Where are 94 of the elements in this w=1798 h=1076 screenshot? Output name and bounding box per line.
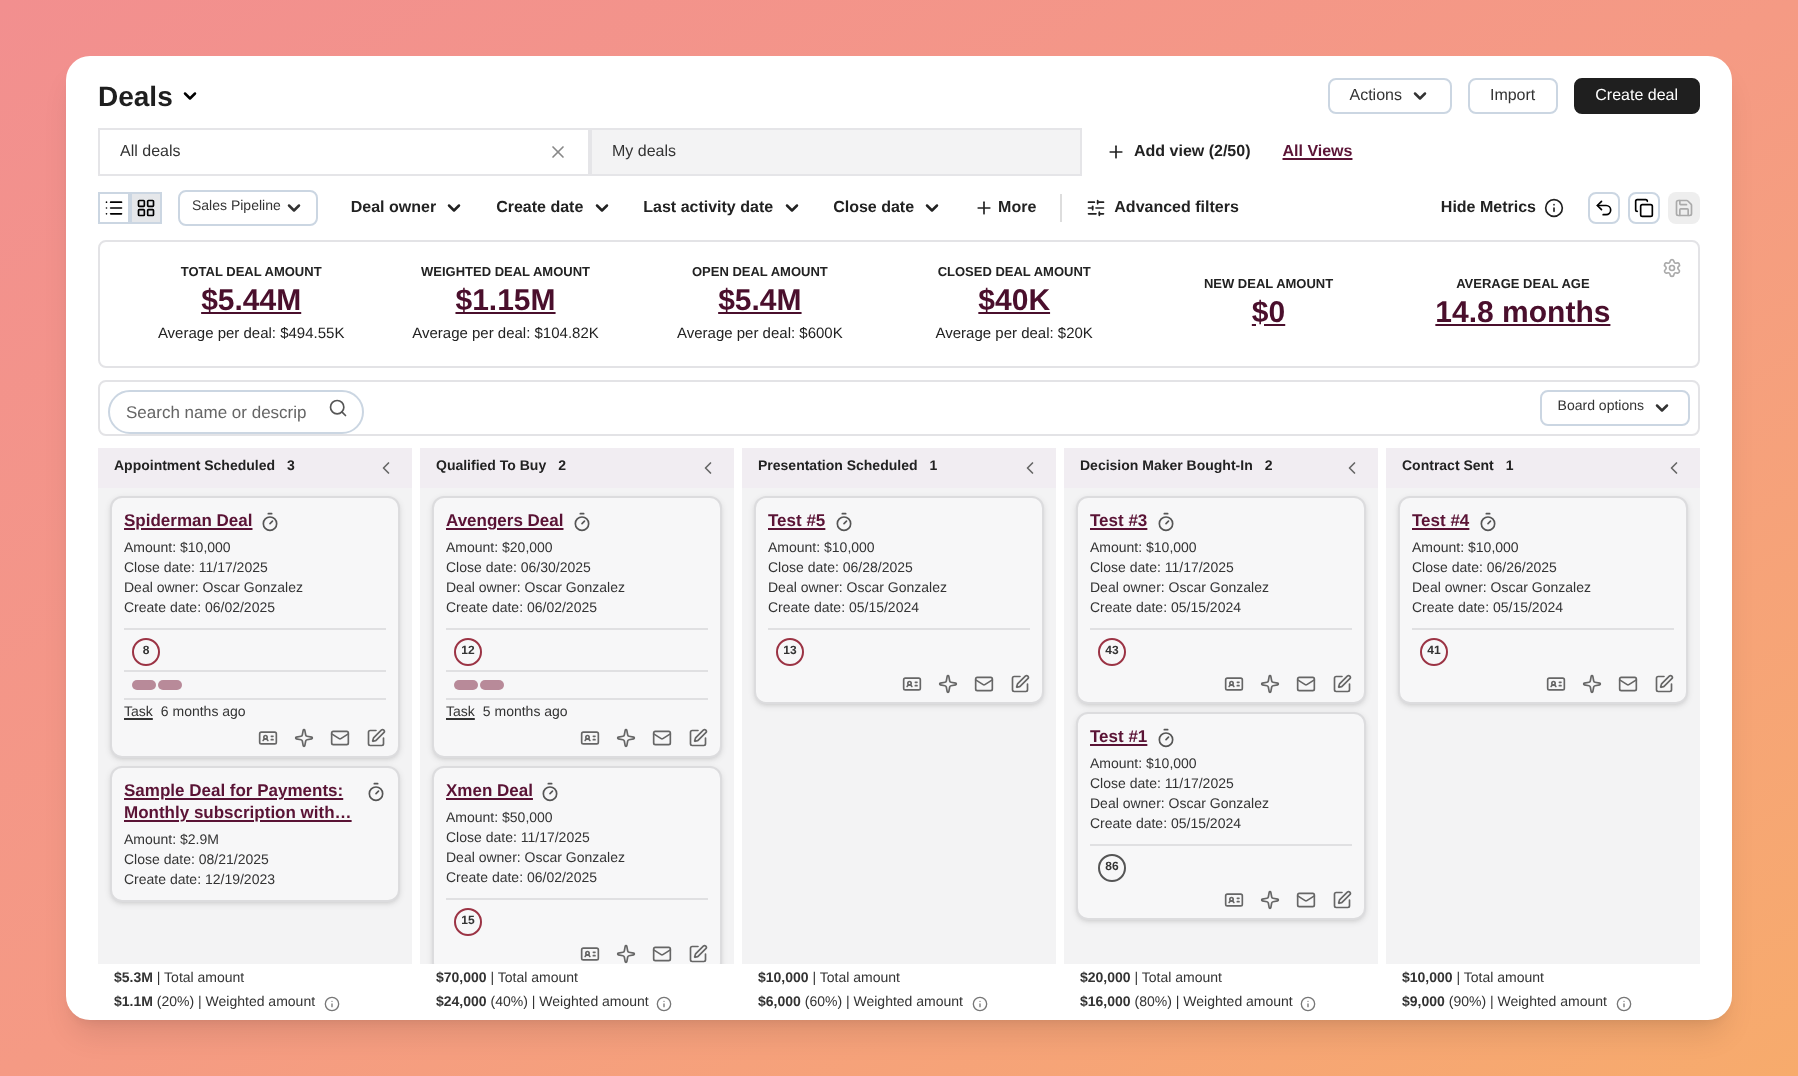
timer-icon xyxy=(1477,512,1498,532)
metric-value[interactable]: 14.8 months xyxy=(1435,295,1611,333)
list-view-button[interactable] xyxy=(98,192,130,224)
filter-icon xyxy=(1086,198,1107,218)
sparkle-icon[interactable] xyxy=(294,728,314,748)
header-button[interactable]: Import xyxy=(1467,78,1558,114)
caret-icon xyxy=(591,198,612,218)
board-view-button[interactable] xyxy=(130,192,162,224)
undo-button[interactable] xyxy=(1588,192,1620,224)
card-icon[interactable] xyxy=(1224,674,1244,694)
plus-icon xyxy=(974,198,995,218)
mail-icon[interactable] xyxy=(330,728,350,748)
note-icon[interactable] xyxy=(688,944,708,964)
deal-title-link[interactable]: Test #5 xyxy=(768,510,826,532)
sparkle-icon[interactable] xyxy=(938,674,958,694)
note-icon[interactable] xyxy=(1010,674,1030,694)
mail-icon[interactable] xyxy=(652,728,672,748)
info-icon xyxy=(971,996,987,1013)
grid-icon xyxy=(136,198,156,218)
hide-metrics-button[interactable]: Hide Metrics xyxy=(1440,196,1564,220)
note-icon[interactable] xyxy=(1332,674,1352,694)
card-icon[interactable] xyxy=(580,728,600,748)
metric-value[interactable]: $40K xyxy=(978,283,1051,322)
filter-button[interactable]: Close date xyxy=(833,196,943,220)
caret-icon xyxy=(922,198,943,218)
header-button[interactable]: Actions xyxy=(1327,78,1452,114)
filter-button[interactable]: Create date xyxy=(496,196,612,220)
page-title[interactable]: Deals xyxy=(98,75,173,117)
info-icon xyxy=(1615,996,1631,1013)
timer-icon xyxy=(833,512,854,532)
more-button[interactable]: More xyxy=(974,196,1037,220)
note-icon[interactable] xyxy=(366,728,386,748)
sparkle-icon[interactable] xyxy=(1260,890,1280,910)
timer-icon xyxy=(540,782,561,802)
add-view-button[interactable]: Add view (2/50) xyxy=(1106,140,1251,164)
timer-icon xyxy=(366,782,386,802)
card-icon[interactable] xyxy=(1546,674,1566,694)
timer-icon xyxy=(1155,512,1176,532)
note-icon[interactable] xyxy=(1654,674,1674,694)
metric-value[interactable]: $0 xyxy=(1251,295,1286,333)
header-button[interactable]: Create deal xyxy=(1573,78,1700,114)
deal-title-link[interactable]: Test #4 xyxy=(1412,510,1470,532)
info-icon xyxy=(1300,996,1317,1013)
deal-title-link[interactable]: Sample Deal for Payments: Monthly subscription with… xyxy=(124,780,358,824)
info-icon xyxy=(323,996,340,1013)
sparkle-icon[interactable] xyxy=(616,728,636,748)
undo-icon xyxy=(1594,198,1614,218)
card-icon[interactable] xyxy=(580,944,600,964)
deal-title-link[interactable]: Xmen Deal xyxy=(446,780,533,802)
info-icon xyxy=(1544,198,1564,218)
deal-title-link[interactable]: Spiderman Deal xyxy=(124,510,253,532)
mail-icon[interactable] xyxy=(652,944,672,964)
mail-icon[interactable] xyxy=(1618,674,1638,694)
close-icon[interactable] xyxy=(548,142,568,162)
sparkle-icon[interactable] xyxy=(1582,674,1602,694)
list-icon xyxy=(104,198,124,218)
view-tab[interactable]: All deals xyxy=(98,128,590,176)
search-icon xyxy=(328,398,348,418)
card-icon[interactable] xyxy=(1224,890,1244,910)
caret-icon xyxy=(180,86,201,106)
timer-icon xyxy=(260,512,281,532)
plus-icon xyxy=(1106,142,1126,162)
mail-icon[interactable] xyxy=(1296,674,1316,694)
deal-title-link[interactable]: Test #1 xyxy=(1090,726,1148,748)
mail-icon[interactable] xyxy=(1296,890,1316,910)
timer-icon xyxy=(571,512,592,532)
card-icon[interactable] xyxy=(258,728,278,748)
caret-icon xyxy=(444,198,465,218)
all-views-link[interactable]: All Views xyxy=(1282,140,1353,164)
timer-icon xyxy=(1155,728,1176,748)
advanced-filters-button[interactable]: Advanced filters xyxy=(1086,196,1239,220)
caret-icon xyxy=(1652,398,1672,418)
note-icon[interactable] xyxy=(688,728,708,748)
sparkle-icon[interactable] xyxy=(616,944,636,964)
metric-value[interactable]: $1.15M xyxy=(455,283,556,322)
caret-icon xyxy=(1409,86,1430,106)
caret-icon xyxy=(284,198,305,218)
info-icon xyxy=(656,996,673,1013)
caret-icon xyxy=(781,198,802,218)
metric-value[interactable]: $5.44M xyxy=(201,283,302,322)
filter-button[interactable]: Deal owner xyxy=(350,196,465,220)
copy-button[interactable] xyxy=(1628,192,1660,224)
copy-icon xyxy=(1634,198,1654,218)
save-icon xyxy=(1674,198,1694,218)
metric-value[interactable]: $5.4M xyxy=(718,283,802,322)
filter-button[interactable]: Last activity date xyxy=(643,196,802,220)
deal-title-link[interactable]: Avengers Deal xyxy=(446,510,564,532)
view-tab[interactable]: My deals xyxy=(590,128,1082,176)
note-icon[interactable] xyxy=(1332,890,1352,910)
sparkle-icon[interactable] xyxy=(1260,674,1280,694)
card-icon[interactable] xyxy=(902,674,922,694)
deal-title-link[interactable]: Test #3 xyxy=(1090,510,1148,532)
search-field[interactable]: Search name or descrip xyxy=(108,390,364,434)
mail-icon[interactable] xyxy=(974,674,994,694)
